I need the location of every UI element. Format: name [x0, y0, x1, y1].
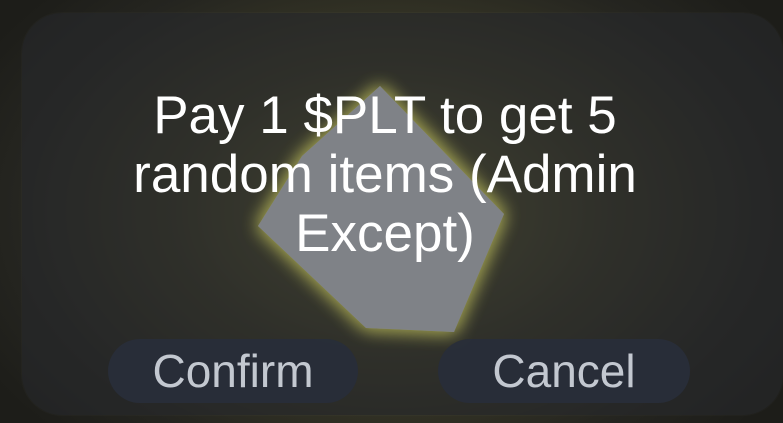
cancel-button[interactable]: Cancel: [438, 339, 690, 403]
purchase-message: Pay 1 $PLT to get 5 random items (Admin …: [133, 86, 637, 263]
confirm-button[interactable]: Confirm: [108, 339, 358, 403]
game-scene: Pay 1 $PLT to get 5 random items (Admin …: [0, 0, 783, 423]
